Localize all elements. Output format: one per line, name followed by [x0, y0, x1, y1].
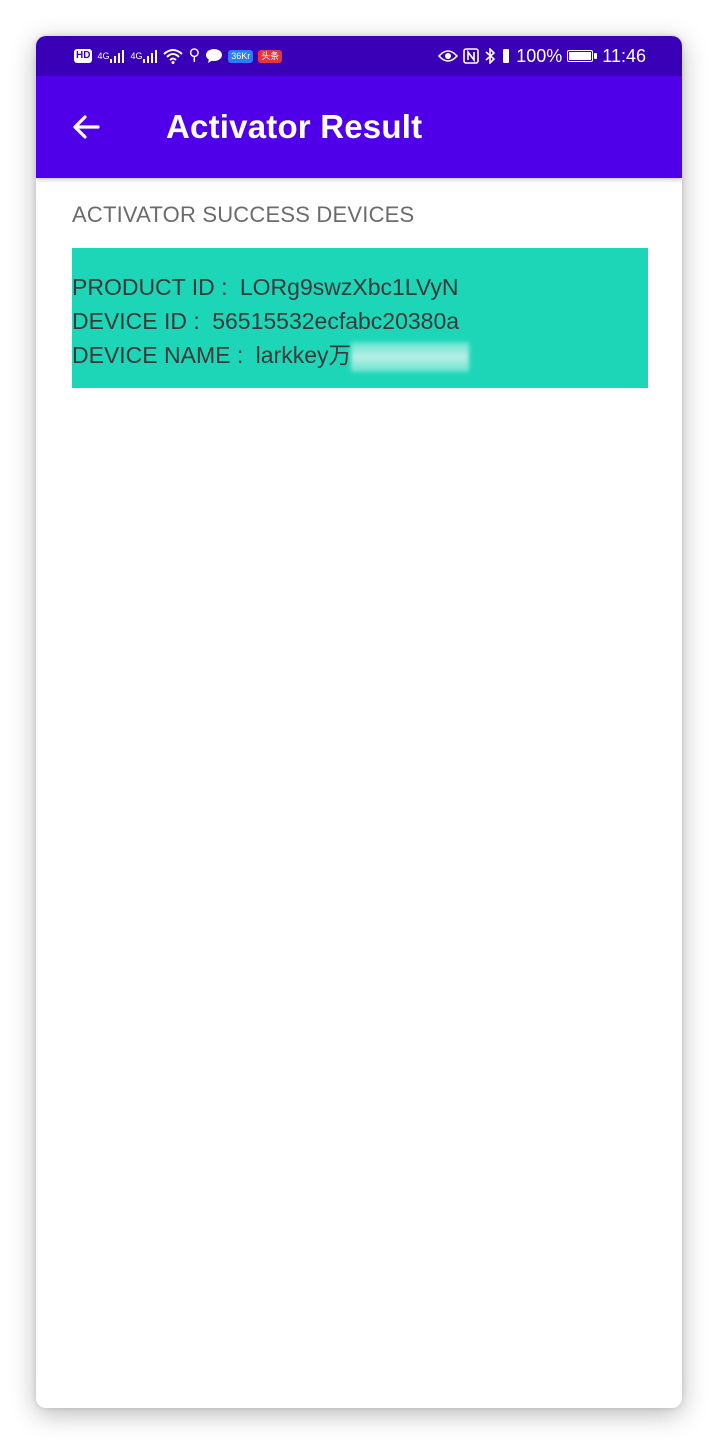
wifi-icon — [163, 48, 184, 64]
signal-2-icon: 4G — [130, 49, 158, 63]
device-id-row: DEVICE ID : 56515532ecfabc20380a — [72, 304, 648, 338]
device-name-row: DEVICE NAME : larkkey万 — [72, 338, 648, 372]
hd-voice-icon: HD — [74, 49, 93, 63]
product-id-label: PRODUCT ID : — [72, 274, 228, 300]
status-bar-left: HD 4G 4G ⚲ 36Kr 头条 — [74, 47, 283, 64]
back-button[interactable] — [58, 99, 114, 155]
device-id-label: DEVICE ID : — [72, 308, 200, 334]
usb-icon: ⚲ — [188, 47, 201, 64]
status-bar-right: 100% 11:46 — [438, 46, 646, 67]
vibrate-icon — [501, 48, 511, 64]
toutiao-app-icon: 头条 — [258, 49, 283, 63]
device-name-label: DEVICE NAME : — [72, 342, 244, 368]
bluetooth-icon — [484, 48, 496, 64]
eye-comfort-icon — [438, 49, 459, 63]
device-name-value: larkkey万 — [255, 342, 352, 368]
product-id-row: PRODUCT ID : LORg9swzXbc1LVyN — [72, 270, 648, 304]
battery-icon — [567, 50, 598, 62]
battery-level — [569, 52, 592, 60]
status-bar: HD 4G 4G ⚲ 36Kr 头条 100% 11:46 — [36, 36, 682, 76]
arrow-left-icon — [73, 115, 100, 139]
signal-1-icon: 4G — [97, 49, 125, 63]
phone-screen: HD 4G 4G ⚲ 36Kr 头条 100% 11:46 Activator … — [36, 36, 682, 1408]
page-title: Activator Result — [166, 108, 423, 145]
device-list-item[interactable]: PRODUCT ID : LORg9swzXbc1LVyN DEVICE ID … — [72, 248, 648, 388]
36kr-app-icon: 36Kr — [228, 49, 254, 63]
battery-percentage: 100% — [516, 45, 563, 66]
signal-1-label: 4G — [97, 50, 110, 61]
product-id-value: LORg9swzXbc1LVyN — [239, 274, 459, 300]
app-bar: Activator Result — [36, 76, 682, 178]
clock: 11:46 — [602, 45, 646, 66]
section-header: ACTIVATOR SUCCESS DEVICES — [72, 202, 415, 227]
message-bubble-icon — [205, 48, 223, 64]
device-id-value: 56515532ecfabc20380a — [212, 308, 460, 334]
main-content: ACTIVATOR SUCCESS DEVICES PRODUCT ID : L… — [36, 202, 682, 388]
nfc-icon — [463, 48, 480, 64]
redacted-blur — [350, 341, 469, 372]
signal-2-label: 4G — [130, 50, 143, 61]
